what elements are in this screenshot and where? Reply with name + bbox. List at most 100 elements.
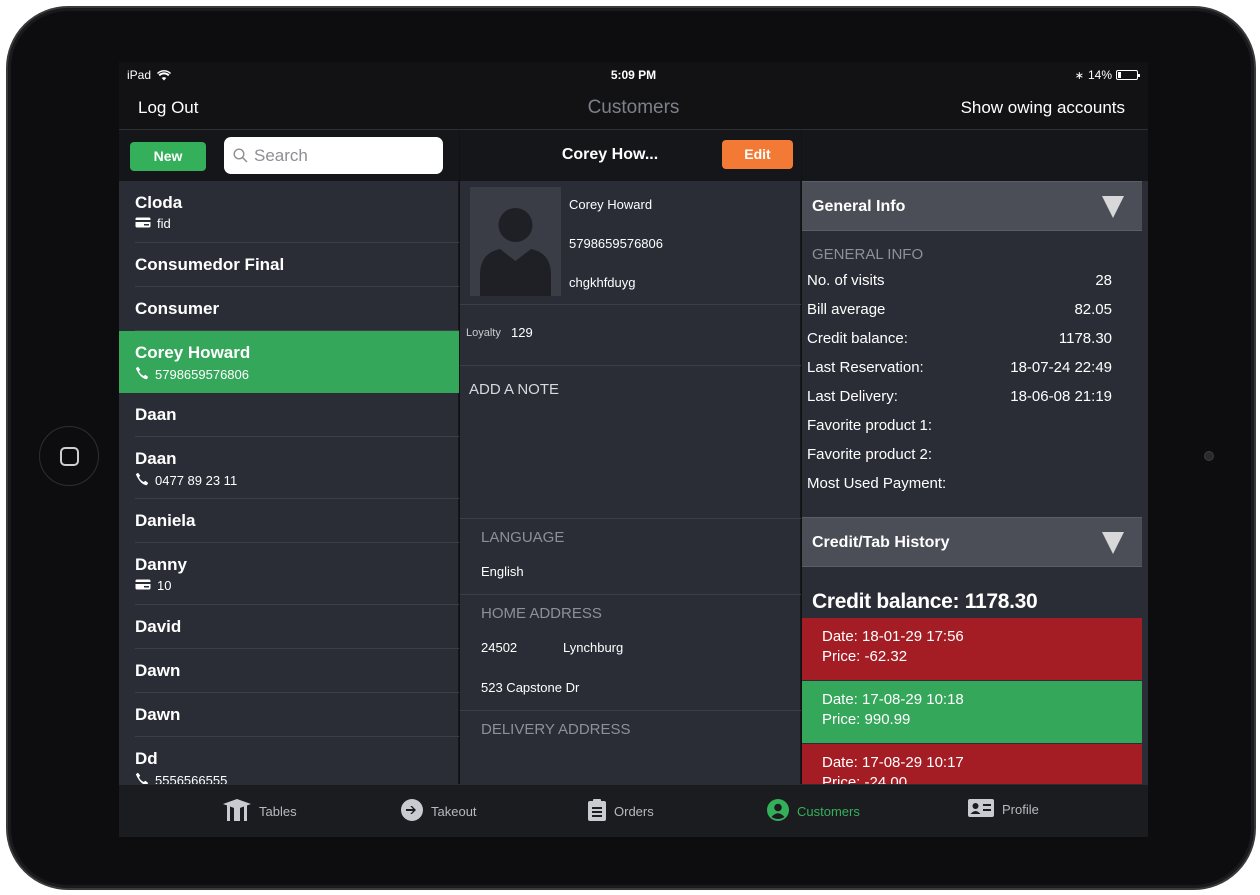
tab-bar: Tables Takeout Orders Customers Profile: [119, 784, 1148, 837]
customer-list-item[interactable]: Corey Howard 5798659576806: [119, 331, 459, 393]
customer-name: Daniela: [135, 511, 196, 530]
home-button[interactable]: [39, 426, 99, 486]
customer-list-item[interactable]: Danny 10: [119, 543, 459, 605]
card-icon: [135, 216, 151, 231]
language-label: LANGUAGE: [481, 529, 565, 546]
tab-takeout[interactable]: Takeout: [401, 799, 477, 824]
info-label: No. of visits: [807, 272, 885, 289]
detail-toolbar: Corey How... Edit: [460, 130, 801, 181]
phone-icon: [135, 472, 149, 489]
customer-list-item[interactable]: Dd 5556566555: [119, 737, 459, 784]
customer-name: Dawn: [135, 661, 181, 680]
delivery-address-section: DELIVERY ADDRESS: [460, 712, 801, 784]
customer-list-item[interactable]: Dawn: [119, 693, 459, 737]
history-price: Price: -62.32: [822, 648, 908, 665]
loyalty-row: Loyalty 129: [460, 306, 801, 366]
credit-history-item[interactable]: Date: 18-01-29 17:56 Price: -62.32: [802, 618, 1142, 680]
history-date: Date: 17-08-29 10:18: [822, 691, 964, 708]
customer-full-name: Corey Howard: [569, 197, 653, 212]
tab-profile[interactable]: Profile: [968, 799, 1039, 820]
customer-name: Consumer: [135, 299, 220, 318]
status-bar: iPad 5:09 PM ∗ 14%: [119, 62, 1148, 88]
show-owing-accounts-button[interactable]: Show owing accounts: [961, 98, 1125, 118]
search-input[interactable]: [254, 145, 424, 166]
info-value: 28: [1095, 272, 1112, 289]
customer-list-item[interactable]: Dawn: [119, 649, 459, 693]
app-screen: iPad 5:09 PM ∗ 14% Log Out Customers Sho…: [119, 62, 1148, 837]
customer-name: Danny: [135, 555, 187, 574]
credit-history-header[interactable]: Credit/Tab History: [802, 517, 1142, 567]
takeout-icon: [401, 799, 423, 824]
info-label: Favorite product 1:: [807, 417, 933, 434]
customer-sub-info: 10: [157, 578, 172, 593]
delivery-address-label: DELIVERY ADDRESS: [481, 721, 631, 738]
credit-history-title: Credit/Tab History: [812, 534, 950, 551]
home-zip: 24502: [481, 640, 518, 655]
battery-percent: 14%: [1087, 68, 1112, 82]
edit-button[interactable]: Edit: [722, 140, 793, 169]
home-address-label: HOME ADDRESS: [481, 605, 602, 622]
customer-list-item[interactable]: Daniela: [119, 499, 459, 543]
info-label: Last Reservation:: [807, 359, 924, 376]
customer-name: Daan: [135, 405, 177, 424]
general-info-row: Bill average 82.05: [807, 301, 1112, 318]
history-price: Price: 990.99: [822, 711, 911, 728]
customer-name: Cloda: [135, 193, 183, 212]
loyalty-label: Loyalty: [466, 327, 501, 339]
customers-icon: [767, 799, 789, 824]
list-toolbar: New: [119, 130, 459, 181]
general-info-block: GENERAL INFO No. of visits 28 Bill average…: [802, 232, 1142, 517]
customer-list-item[interactable]: Cloda fid: [119, 181, 459, 243]
new-customer-button[interactable]: New: [130, 142, 206, 171]
customer-name: David: [135, 617, 182, 636]
camera-dot: [1204, 451, 1214, 461]
customer-name: Corey Howard: [135, 343, 251, 362]
tables-icon: [223, 799, 251, 824]
customer-list-item[interactable]: Daan: [119, 393, 459, 437]
tab-label: Profile: [1002, 802, 1039, 817]
customer-phone: 5798659576806: [569, 236, 663, 251]
general-info-header[interactable]: General Info: [802, 181, 1142, 231]
home-city: Lynchburg: [563, 640, 624, 655]
profile-icon: [968, 799, 994, 820]
general-info-title: General Info: [812, 198, 906, 215]
general-info-row: No. of visits 28: [807, 272, 1112, 289]
battery-icon: [1116, 70, 1140, 80]
customer-list-item[interactable]: Daan 0477 89 23 11: [119, 437, 459, 499]
avatar[interactable]: [470, 187, 561, 296]
orders-icon: [588, 799, 606, 824]
language-value: English: [481, 564, 524, 579]
tab-orders[interactable]: Orders: [588, 799, 654, 824]
nav-bar: Log Out Customers Show owing accounts: [119, 88, 1148, 130]
general-info-row: Credit balance: 1178.30: [807, 330, 1112, 347]
credit-history-item[interactable]: Date: 17-08-29 10:18 Price: 990.99: [802, 681, 1142, 743]
phone-icon: [135, 772, 149, 784]
search-box[interactable]: [224, 137, 443, 174]
general-info-row: Favorite product 2:: [807, 446, 1112, 463]
home-street: 523 Capstone Dr: [481, 680, 580, 695]
add-note-label: ADD A NOTE: [469, 381, 560, 398]
customer-sub-info: fid: [157, 216, 171, 231]
status-time: 5:09 PM: [610, 68, 657, 82]
tab-label: Takeout: [431, 804, 477, 819]
tab-label: Customers: [797, 804, 860, 819]
info-value: 82.05: [1074, 301, 1112, 318]
customer-sub-info: 5556566555: [155, 773, 228, 784]
tab-tables[interactable]: Tables: [223, 799, 297, 824]
customer-list-panel: New Cloda fid Consumedor Final Consumer Core…: [119, 130, 459, 784]
customer-sub-info: 5798659576806: [155, 367, 249, 382]
info-toolbar: [802, 130, 1148, 181]
customer-sub-info: 0477 89 23 11: [155, 473, 238, 488]
tab-label: Orders: [614, 804, 654, 819]
note-area[interactable]: ADD A NOTE: [460, 367, 801, 519]
credit-balance-total: Credit balance: 1178.30: [812, 590, 1038, 613]
customer-list-item[interactable]: David: [119, 605, 459, 649]
customer-list-item[interactable]: Consumer: [119, 287, 459, 331]
collapse-triangle-icon: [1102, 532, 1124, 554]
info-label: Favorite product 2:: [807, 446, 933, 463]
customer-list-item[interactable]: Consumedor Final: [119, 243, 459, 287]
general-info-row: Most Used Payment:: [807, 475, 1112, 492]
tab-customers[interactable]: Customers: [767, 799, 860, 824]
customer-name: Consumedor Final: [135, 255, 285, 274]
info-label: Most Used Payment:: [807, 475, 947, 492]
